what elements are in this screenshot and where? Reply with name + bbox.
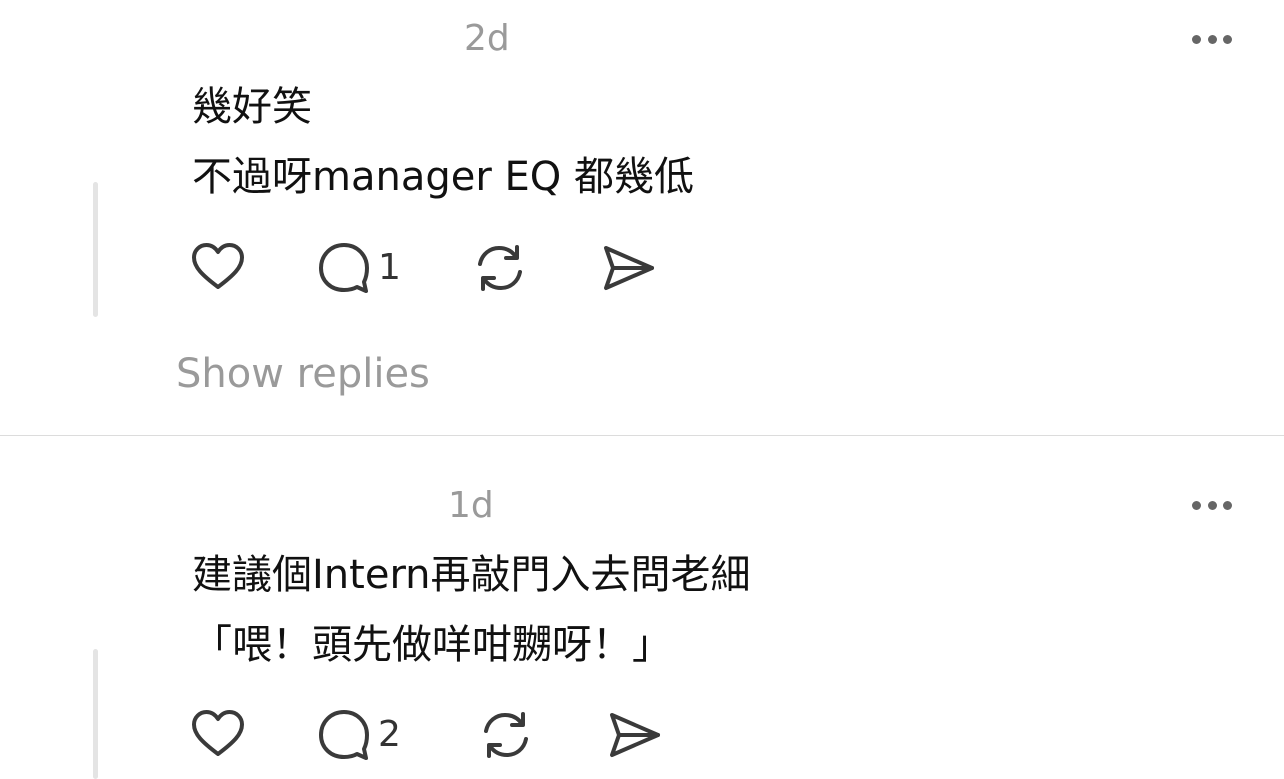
repost-button[interactable] bbox=[478, 707, 534, 763]
share-button[interactable] bbox=[600, 240, 656, 296]
post-body: 建議個Intern再敲門入去問老細 「喂！頭先做咩咁嬲呀！」 bbox=[192, 540, 751, 680]
action-bar: 1 bbox=[190, 240, 690, 296]
repost-icon bbox=[484, 712, 528, 758]
reply-post: 1d 建議個Intern再敲門入去問老細 「喂！頭先做咩咁嬲呀！」 2 bbox=[0, 437, 1284, 779]
repost-icon bbox=[478, 245, 522, 291]
reply-count: 1 bbox=[378, 247, 401, 288]
post-divider bbox=[0, 435, 1284, 436]
speech-bubble-icon bbox=[319, 243, 369, 293]
repost-button[interactable] bbox=[472, 240, 528, 296]
reply-post: 2d 幾好笑 不過呀manager EQ 都幾低 1 Show replies bbox=[0, 0, 1284, 436]
more-dot bbox=[1223, 500, 1232, 510]
post-text-line: 「喂！頭先做咩咁嬲呀！」 bbox=[192, 622, 672, 668]
send-icon bbox=[610, 713, 660, 757]
more-dot bbox=[1207, 500, 1217, 510]
more-dot bbox=[1192, 34, 1201, 44]
post-timestamp: 2d bbox=[464, 18, 510, 59]
more-dot bbox=[1207, 34, 1217, 44]
more-options-button[interactable] bbox=[1192, 498, 1232, 512]
show-replies-link[interactable]: Show replies bbox=[176, 354, 430, 394]
like-button[interactable] bbox=[190, 707, 246, 763]
reply-button[interactable]: 2 bbox=[316, 707, 401, 763]
post-timestamp: 1d bbox=[448, 485, 494, 526]
reply-count: 2 bbox=[378, 714, 401, 755]
action-bar: 2 bbox=[190, 707, 690, 763]
post-text-line: 幾好笑 bbox=[192, 84, 312, 130]
heart-icon bbox=[192, 710, 244, 756]
post-body: 幾好笑 不過呀manager EQ 都幾低 bbox=[192, 72, 694, 212]
reply-button[interactable]: 1 bbox=[316, 240, 401, 296]
post-text-line: 建議個Intern再敲門入去問老細 bbox=[192, 552, 751, 598]
thread-line bbox=[93, 182, 98, 317]
share-button[interactable] bbox=[606, 707, 662, 763]
send-icon bbox=[604, 246, 654, 290]
more-options-button[interactable] bbox=[1192, 32, 1232, 46]
heart-icon bbox=[192, 243, 244, 289]
speech-bubble-icon bbox=[319, 710, 369, 760]
thread-line bbox=[93, 649, 98, 779]
more-dot bbox=[1192, 500, 1201, 510]
more-dot bbox=[1223, 34, 1232, 44]
like-button[interactable] bbox=[190, 240, 246, 296]
post-text-line: 不過呀manager EQ 都幾低 bbox=[192, 154, 694, 200]
